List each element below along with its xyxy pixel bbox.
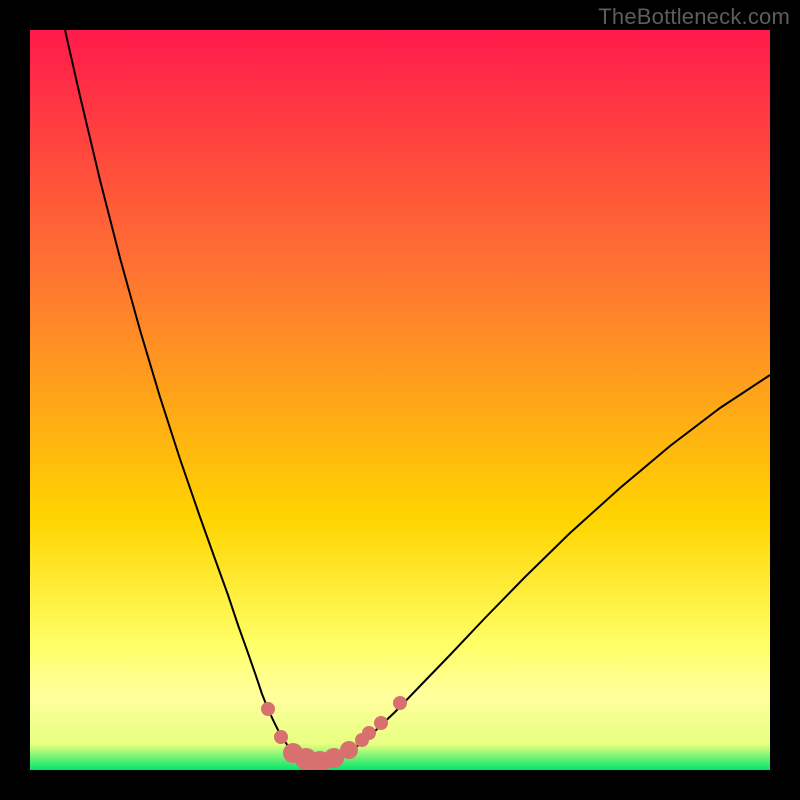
data-marker [393,696,407,710]
data-marker [340,741,358,759]
data-marker [374,716,388,730]
data-marker [274,730,288,744]
bottleneck-plot [0,0,800,800]
watermark-text: TheBottleneck.com [598,4,790,30]
data-marker [362,726,376,740]
gradient-panel [30,30,770,770]
chart-frame: TheBottleneck.com [0,0,800,800]
data-marker [261,702,275,716]
